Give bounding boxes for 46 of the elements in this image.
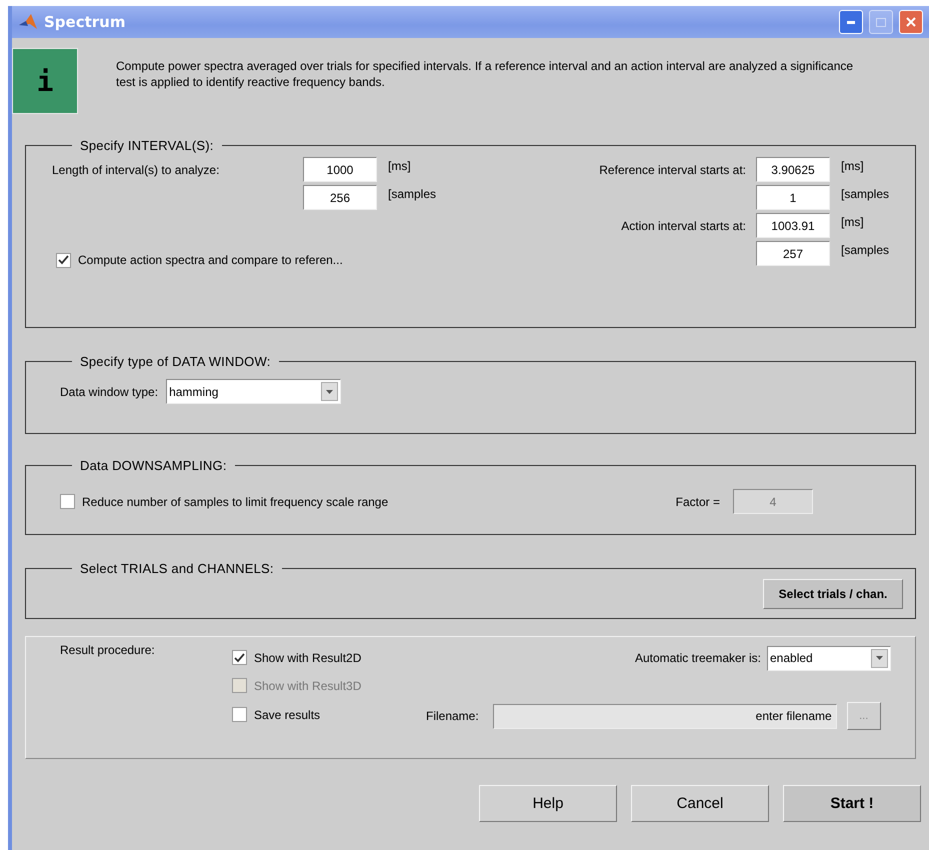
select-trials-button[interactable]: Select trials / chan. [763, 579, 903, 609]
minimize-icon [847, 20, 855, 24]
field-label: Automatic treemaker is: [634, 651, 761, 665]
group-title: Specify type of DATA WINDOW: [79, 354, 272, 369]
unit-label: [samples [387, 186, 438, 201]
group-title: Data DOWNSAMPLING: [79, 458, 228, 473]
unit-label: [ms] [840, 158, 865, 173]
input-field[interactable]: 1003.91 [756, 213, 830, 238]
filename-field[interactable]: enter filename [492, 704, 837, 728]
input-field[interactable]: 1000 [303, 157, 377, 182]
field-label: Action interval starts at: [620, 218, 747, 232]
unit-label: [ms] [840, 214, 865, 229]
dialog-button[interactable]: Start ! [783, 785, 921, 822]
info-icon: i [12, 48, 78, 114]
group-title: Select TRIALS and CHANNELS: [79, 561, 275, 576]
field-label: Length of interval(s) to analyze: [52, 162, 220, 176]
input-field[interactable]: 256 [303, 185, 377, 210]
unit-label: [samples [840, 186, 890, 201]
field-label: Factor = [676, 494, 720, 508]
dropdown[interactable]: hamming [166, 379, 342, 404]
field-label: Reference interval starts at: [598, 162, 747, 176]
checkbox[interactable]: Save results [232, 707, 320, 722]
checkbox[interactable]: Compute action spectra and compare to referen... [56, 252, 343, 268]
close-icon [906, 17, 916, 27]
group-title: Specify INTERVAL(S): [79, 138, 215, 153]
maximize-icon [876, 18, 886, 26]
check-icon [58, 255, 69, 265]
app-icon [18, 12, 38, 32]
checkbox[interactable]: Reduce number of samples to limit frequency scale range [60, 494, 388, 509]
minimize-button[interactable] [839, 10, 863, 34]
dialog-button[interactable]: Cancel [631, 785, 769, 822]
dropdown[interactable]: enabled [767, 646, 891, 670]
checkbox[interactable]: Show with Result2D [232, 650, 362, 666]
input-field[interactable]: 1 [756, 185, 830, 210]
field-label: Result procedure: [60, 643, 156, 657]
unit-label: [ms] [387, 158, 412, 173]
description-text: Compute power spectra averaged over trials for specified intervals. If a reference interval and an action interval are analyzed a significance test is applied to identify reactive frequency bands. [116, 58, 854, 90]
unit-label: [samples [840, 242, 890, 257]
field-label: Data window type: [60, 384, 158, 398]
input-field[interactable]: 257 [756, 241, 830, 266]
dialog-button[interactable]: Help [479, 785, 617, 822]
input-field[interactable]: 3.90625 [756, 157, 830, 182]
field-label: Filename: [426, 709, 479, 723]
close-button[interactable] [899, 10, 923, 34]
window-title: Spectrum [44, 13, 126, 31]
check-icon [234, 652, 245, 663]
